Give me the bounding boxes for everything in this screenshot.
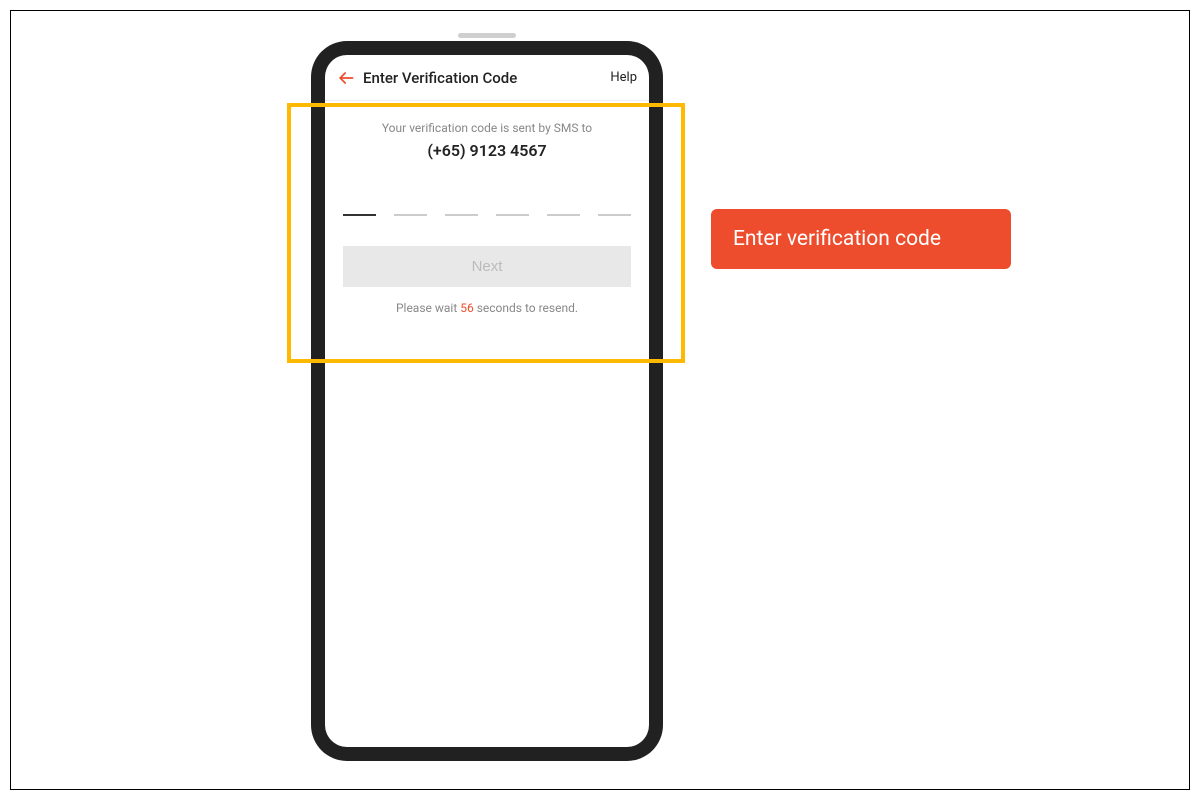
callout-label: Enter verification code: [711, 209, 1011, 269]
sent-to-text: Your verification code is sent by SMS to: [343, 121, 631, 135]
phone-screen: Enter Verification Code Help Your verifi…: [325, 55, 649, 747]
code-digit-4[interactable]: [496, 194, 529, 216]
code-digit-5[interactable]: [547, 194, 580, 216]
resend-text: Please wait 56 seconds to resend.: [343, 301, 631, 315]
verification-body: Your verification code is sent by SMS to…: [325, 101, 649, 315]
resend-suffix: seconds to resend.: [474, 301, 578, 315]
phone-number: (+65) 9123 4567: [343, 141, 631, 160]
help-link[interactable]: Help: [610, 70, 637, 85]
code-input-row[interactable]: [343, 194, 631, 216]
back-arrow-icon[interactable]: [335, 67, 357, 89]
page-title: Enter Verification Code: [363, 69, 610, 87]
app-header: Enter Verification Code Help: [325, 55, 649, 101]
canvas: Enter Verification Code Help Your verifi…: [10, 10, 1190, 790]
code-digit-1[interactable]: [343, 194, 376, 216]
code-digit-6[interactable]: [598, 194, 631, 216]
resend-seconds: 56: [460, 301, 474, 315]
next-button[interactable]: Next: [343, 246, 631, 287]
phone-frame: Enter Verification Code Help Your verifi…: [311, 41, 663, 761]
code-digit-3[interactable]: [445, 194, 478, 216]
resend-prefix: Please wait: [396, 301, 460, 315]
phone-speaker: [458, 33, 516, 38]
code-digit-2[interactable]: [394, 194, 427, 216]
